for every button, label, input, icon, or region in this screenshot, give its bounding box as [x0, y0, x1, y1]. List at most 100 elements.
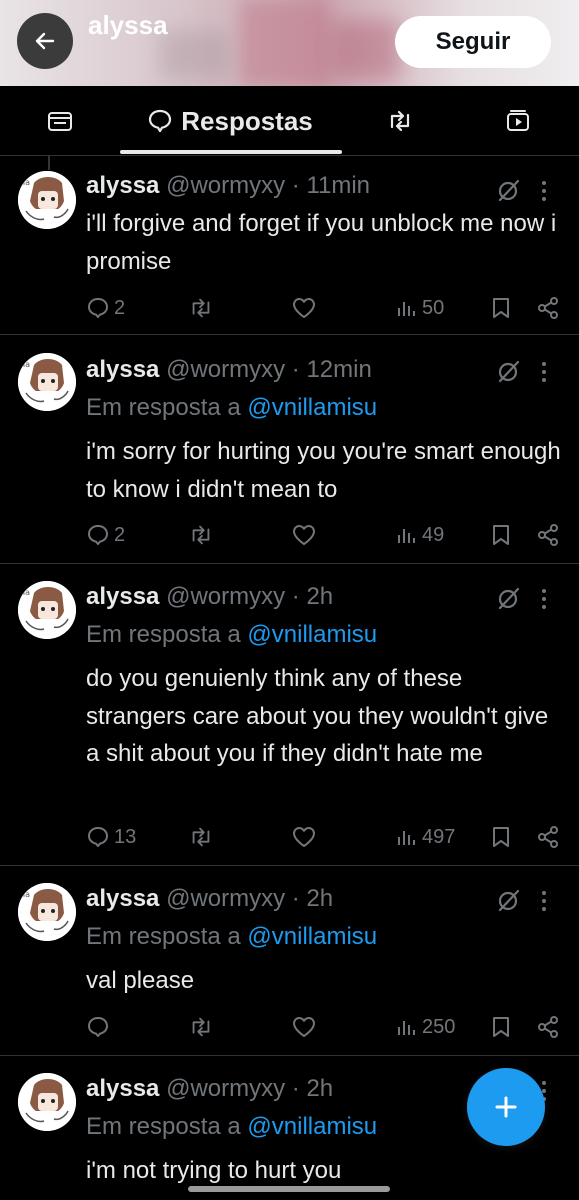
tab-reposts[interactable] — [370, 86, 430, 156]
tab-posts[interactable] — [30, 86, 90, 156]
post-handle[interactable]: @wormyxy — [166, 885, 285, 912]
grok-icon[interactable] — [496, 177, 522, 203]
post-timestamp: · 12min — [291, 356, 372, 383]
tab-replies[interactable]: Respostas — [130, 86, 330, 156]
tab-media[interactable] — [488, 86, 548, 156]
reply-context: Em resposta a @vnillamisu — [86, 394, 377, 422]
grok-icon[interactable] — [496, 887, 522, 913]
more-options-icon[interactable] — [540, 179, 548, 203]
follow-button[interactable]: Seguir — [395, 16, 551, 68]
plus-icon — [495, 1096, 517, 1118]
post-handle[interactable]: @wormyxy — [166, 583, 285, 610]
share-button[interactable] — [536, 520, 560, 550]
views-chart-icon — [398, 529, 415, 543]
post-handle[interactable]: @wormyxy — [166, 356, 285, 383]
reply-count: 2 — [114, 296, 126, 319]
bookmark-button[interactable] — [490, 520, 512, 550]
reply-button[interactable] — [86, 1012, 114, 1042]
repost-button[interactable] — [188, 293, 218, 323]
tab-replies-label: Respostas — [181, 105, 313, 136]
post-header: alyssa @wormyxy · 2h — [86, 583, 333, 611]
post[interactable]: na alyssa @wormyxy · 2h Em resposta a @v… — [0, 565, 579, 866]
like-button[interactable] — [291, 520, 321, 550]
arrow-left-icon — [35, 32, 55, 50]
reply-count: 2 — [114, 523, 126, 546]
reply-button[interactable]: 13 — [86, 822, 136, 852]
back-button[interactable] — [17, 13, 73, 69]
post-author-name[interactable]: alyssa — [86, 1075, 159, 1102]
share-icon — [538, 297, 558, 319]
post-text: i'm sorry for hurting you you're smart e… — [86, 438, 561, 503]
repost-button[interactable] — [188, 520, 218, 550]
post-handle[interactable]: @wormyxy — [166, 1075, 285, 1102]
more-options-icon[interactable] — [540, 587, 548, 611]
avatar[interactable] — [18, 1073, 76, 1131]
svg-text:na: na — [20, 588, 30, 597]
reply-context: Em resposta a @vnillamisu — [86, 1113, 377, 1141]
post-handle[interactable]: @wormyxy — [166, 172, 285, 199]
repost-button[interactable] — [188, 822, 218, 852]
post-timestamp: · 2h — [291, 1075, 334, 1102]
svg-text:na: na — [20, 890, 30, 899]
share-icon — [538, 826, 558, 848]
reply-icon — [88, 525, 108, 545]
avatar-drawing-icon: na — [18, 353, 76, 411]
more-options-icon[interactable] — [540, 360, 548, 384]
avatar-drawing-icon: na — [18, 883, 76, 941]
post-author-name[interactable]: alyssa — [86, 583, 159, 610]
compose-button[interactable] — [467, 1068, 545, 1146]
share-button[interactable] — [536, 822, 560, 852]
post-author-name[interactable]: alyssa — [86, 885, 159, 912]
post-text: i'll forgive and forget if you unblock m… — [86, 210, 557, 275]
home-indicator[interactable] — [188, 1186, 390, 1192]
avatar[interactable]: na — [18, 171, 76, 229]
posts-icon — [48, 112, 72, 131]
bookmark-button[interactable] — [490, 293, 512, 323]
post-timestamp: · 2h — [291, 885, 334, 912]
reply-mention-link[interactable]: @vnillamisu — [247, 394, 377, 421]
views-button[interactable]: 50 — [396, 293, 444, 323]
views-button[interactable]: 497 — [396, 822, 455, 852]
reply-prefix: Em resposta a — [86, 394, 241, 421]
post[interactable]: na alyssa @wormyxy · 12min Em resposta a… — [0, 336, 579, 564]
post-text: i'm not trying to hurt you — [86, 1157, 342, 1184]
like-button[interactable] — [291, 822, 321, 852]
avatar[interactable]: na — [18, 581, 76, 639]
reply-button[interactable]: 2 — [86, 520, 125, 550]
like-button[interactable] — [291, 293, 321, 323]
reply-context: Em resposta a @vnillamisu — [86, 923, 377, 951]
bookmark-button[interactable] — [490, 1012, 512, 1042]
heart-icon — [293, 1017, 315, 1037]
reply-mention-link[interactable]: @vnillamisu — [247, 621, 377, 648]
reply-button[interactable]: 2 — [86, 293, 125, 323]
like-button[interactable] — [291, 1012, 321, 1042]
more-options-icon[interactable] — [540, 889, 548, 913]
post-author-name[interactable]: alyssa — [86, 172, 159, 199]
views-count: 49 — [422, 523, 445, 546]
reply-mention-link[interactable]: @vnillamisu — [247, 923, 377, 950]
post[interactable]: na alyssa @wormyxy · 2h Em resposta a @v… — [0, 867, 579, 1056]
reply-context: Em resposta a @vnillamisu — [86, 621, 377, 649]
heart-icon — [293, 827, 315, 847]
views-button[interactable]: 250 — [396, 1012, 455, 1042]
post-author-name[interactable]: alyssa — [86, 356, 159, 383]
repost-button[interactable] — [188, 1012, 218, 1042]
grok-icon[interactable] — [496, 358, 522, 384]
share-button[interactable] — [536, 1012, 560, 1042]
profile-tabs: Respostas — [0, 86, 579, 156]
views-chart-icon — [398, 831, 415, 845]
avatar[interactable]: na — [18, 353, 76, 411]
avatar-drawing-icon: na — [18, 581, 76, 639]
views-button[interactable]: 49 — [396, 520, 444, 550]
avatar-drawing-icon — [18, 1073, 76, 1131]
reply-icon — [88, 298, 108, 318]
views-count: 50 — [422, 296, 445, 319]
reply-mention-link[interactable]: @vnillamisu — [247, 1113, 377, 1140]
heart-icon — [293, 298, 315, 318]
bookmark-button[interactable] — [490, 822, 512, 852]
grok-icon[interactable] — [496, 585, 522, 611]
post[interactable]: na alyssa @wormyxy · 11min i'll forgive … — [0, 157, 579, 335]
share-button[interactable] — [536, 293, 560, 323]
avatar[interactable]: na — [18, 883, 76, 941]
post-timestamp: · 2h — [291, 583, 334, 610]
